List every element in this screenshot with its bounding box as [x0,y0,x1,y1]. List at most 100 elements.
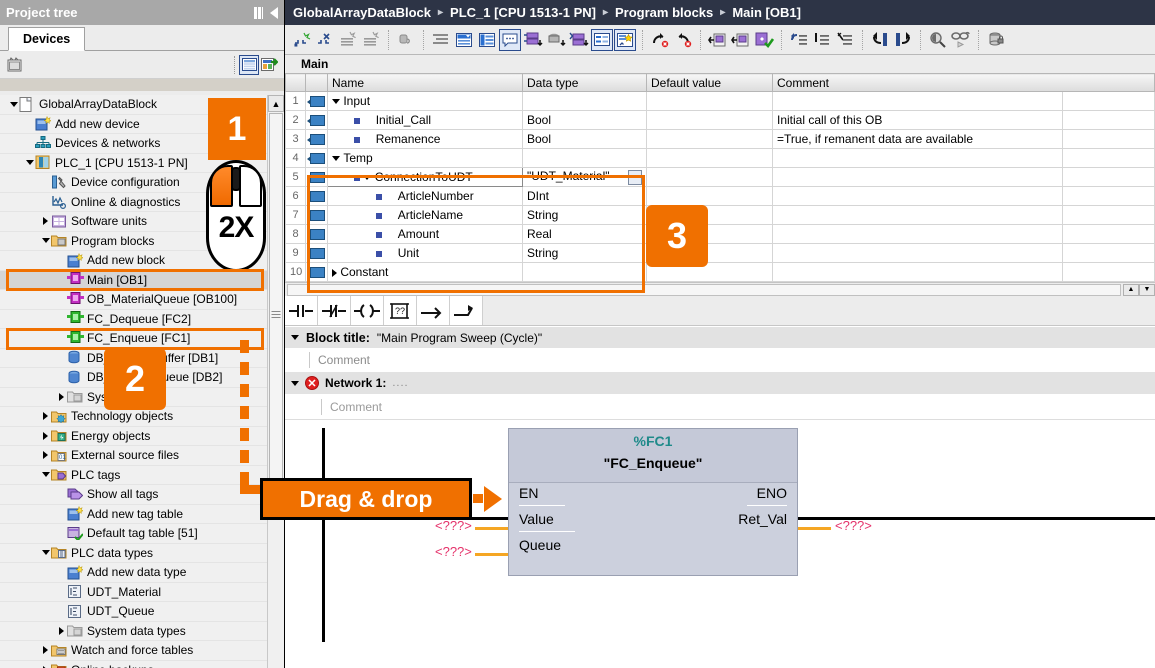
value-operand-placeholder[interactable]: <???> [435,518,472,533]
breadcrumb[interactable]: GlobalArrayDataBlock ▸ PLC_1 [CPU 1513-1 P… [285,0,1155,25]
export-table-icon[interactable] [259,55,279,75]
queue-operand-placeholder[interactable]: <???> [435,544,472,559]
tree-item-online-backups[interactable]: Online backups [0,660,268,668]
go-to-offline-icon[interactable] [730,29,752,51]
table-row[interactable]: 4 Temp [285,148,1155,168]
expander-expand-icon[interactable] [40,430,51,441]
cell-comment[interactable] [772,262,1063,282]
delete-network-icon[interactable] [834,29,856,51]
expander-collapse-icon[interactable] [40,469,51,480]
cell-comment[interactable] [772,224,1063,244]
expander-expand-icon[interactable] [40,450,51,461]
cell-name[interactable]: Remanence [327,129,523,149]
fc-pin-en[interactable]: EN [519,485,538,501]
cell-default-value[interactable] [646,186,773,206]
tree-item-udt-material[interactable]: UDT_Material [0,582,268,602]
block-comment-row[interactable]: Comment [285,348,1155,372]
cell-comment[interactable]: =True, if remanent data are available [772,129,1063,149]
cell-default-value[interactable] [646,91,773,111]
cell-comment[interactable] [772,167,1063,187]
fc-pin-retval[interactable]: Ret_Val [738,511,787,527]
scroll-up-button[interactable]: ▲ [268,95,284,112]
tree-item-udt-queue[interactable]: UDT_Queue [0,602,268,622]
insert-row-icon[interactable]: ■ [291,29,313,51]
tree-item-add-new-data-type[interactable]: Add new data type [0,563,268,583]
cell-default-value[interactable] [646,167,773,187]
cell-comment[interactable] [772,205,1063,225]
breadcrumb-item[interactable]: GlobalArrayDataBlock [293,5,431,20]
cell-default-value[interactable] [646,148,773,168]
details-view-icon[interactable] [239,54,259,75]
column-header[interactable]: Name [327,73,523,92]
cell-default-value[interactable] [646,129,773,149]
expander-expand-icon[interactable] [40,664,51,668]
cell-default-value[interactable] [646,110,773,130]
download-to-device-icon[interactable] [522,29,544,51]
comment-icon[interactable] [499,28,521,51]
cell-datatype[interactable]: Bool [522,129,647,149]
column-header[interactable]: Default value [646,73,773,92]
delete-row-icon[interactable] [314,29,336,51]
close-branch-icon[interactable] [450,296,483,325]
block-title-value[interactable]: "Main Program Sweep (Cycle)" [377,331,542,345]
network-1-title[interactable]: .... [392,377,408,389]
scrollbar-thumb[interactable] [269,113,283,503]
fc-pin-eno[interactable]: ENO [757,485,787,501]
bookmark-icon[interactable] [614,28,636,51]
watch-icon[interactable] [950,29,972,51]
project-tree-scrollbar[interactable]: ▲ [267,95,284,668]
tree-item-fc-dequeue-fc2[interactable]: FC_Dequeue [FC2] [0,309,268,329]
cell-datatype[interactable]: Bool [522,110,647,130]
tree-item-add-new-tag-table[interactable]: Add new tag table [0,504,268,524]
fc-pin-value[interactable]: Value [519,511,554,527]
network-comment-row[interactable]: Comment [285,394,1155,420]
expander-expand-icon[interactable] [40,216,51,227]
open-branch-icon[interactable] [417,296,450,325]
table-row[interactable]: 3 Remanence Bool =True, if remanent data a… [285,129,1155,149]
breadcrumb-item[interactable]: Main [OB1] [732,5,801,20]
cell-comment[interactable] [772,148,1063,168]
table-row[interactable]: 1 Input [285,91,1155,111]
tree-item-plc-data-types[interactable]: PLC data types [0,543,268,563]
block-title-bar[interactable]: Block title: "Main Program Sweep (Cycle)… [285,326,1155,348]
network-overview-icon[interactable] [453,29,475,51]
search-icon[interactable] [927,29,949,51]
show-hide-absolute-icon[interactable] [591,28,613,51]
expander-expand-icon[interactable] [56,391,67,402]
cell-comment[interactable] [772,243,1063,263]
pin-icon[interactable] [253,6,264,19]
collapse-block-title-icon[interactable] [291,335,299,340]
monitor-icon[interactable] [788,29,810,51]
tab-devices[interactable]: Devices [8,27,86,51]
sync-icon[interactable] [568,29,590,51]
move-down-icon[interactable] [360,29,382,51]
collapse-left-icon[interactable] [270,6,278,19]
move-up-icon[interactable] [337,29,359,51]
expander-collapse-icon[interactable] [40,235,51,246]
expander-collapse-icon[interactable] [8,99,19,110]
tree-item-ob-materialqueue-ob100[interactable]: OB_MaterialQueue [OB100] [0,290,268,310]
expander-expand-icon[interactable] [56,625,67,636]
collapse-network-icon[interactable] [291,380,299,386]
protection-icon[interactable] [985,29,1007,51]
compile-icon[interactable] [753,29,775,51]
expander-expand-icon[interactable] [40,645,51,656]
breadcrumb-item[interactable]: PLC_1 [CPU 1513-1 PN] [450,5,596,20]
cell-comment[interactable] [772,91,1063,111]
redo-error-icon[interactable] [649,29,671,51]
coil-icon[interactable] [351,296,384,325]
cell-datatype[interactable] [522,148,647,168]
tree-item-plc-tags[interactable]: PLC tags [0,465,268,485]
undo-error-icon[interactable] [672,29,694,51]
no-contact-icon[interactable] [285,296,318,325]
nc-contact-icon[interactable] [318,296,351,325]
row-collapse-icon[interactable] [332,156,340,162]
cell-name[interactable]: Temp [327,148,523,168]
tree-item-watch-and-force-tables[interactable]: Watch and force tables [0,641,268,661]
network-list-icon[interactable] [476,29,498,51]
row-collapse-icon[interactable] [332,99,340,105]
expander-collapse-icon[interactable] [40,547,51,558]
snapshot-icon[interactable] [5,55,25,75]
empty-box-icon[interactable]: ?? [384,296,417,325]
ladder-toolbar[interactable]: ?? [285,296,1155,326]
